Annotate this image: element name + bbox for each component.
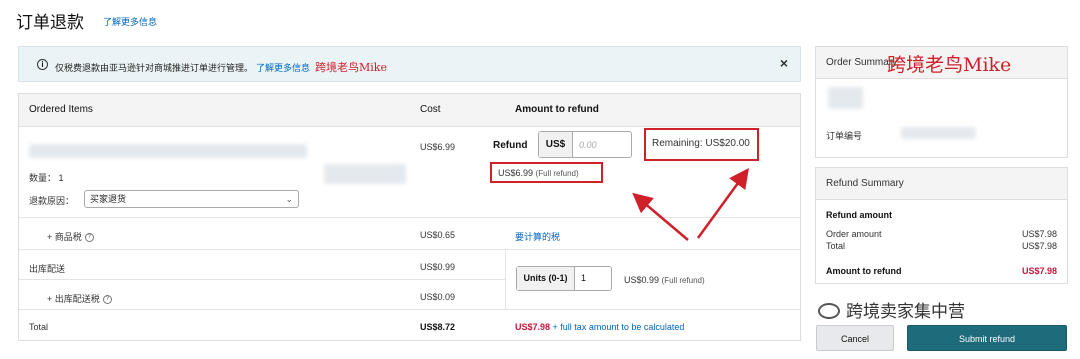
wechat-icon	[818, 303, 840, 319]
total-row: Total US$7.98	[826, 241, 1057, 251]
tax-to-calculate-link[interactable]: 要计算的税	[515, 230, 560, 243]
info-text-wrap: 仅税费退款由亚马逊针对商城推进订单进行管理。 了解更多信息 跨境老鸟Mike	[55, 59, 387, 75]
cancel-button[interactable]: Cancel	[816, 325, 894, 351]
summary-total-label: Total	[826, 241, 846, 251]
refund-placeholder: 0.00	[579, 140, 597, 150]
shipping-label: 出库配送	[29, 264, 66, 274]
chevron-down-icon: ⌄	[285, 194, 293, 204]
info-link[interactable]: 了解更多信息	[256, 63, 310, 73]
info-text: 仅税费退款由亚马逊针对商城推进订单进行管理。	[55, 63, 254, 73]
shipping-tax-cost: US$0.09	[420, 292, 456, 302]
row-divider	[19, 279, 505, 280]
shipping-tax-text: + 出库配送税	[47, 294, 100, 304]
footer-watermark: 跨境卖家集中营	[818, 297, 965, 322]
page-title: 订单退款	[16, 13, 84, 32]
amount-to-refund-label: Amount to refund	[826, 266, 902, 276]
info-banner: i 仅税费退款由亚马逊针对商城推进订单进行管理。 了解更多信息 跨境老鸟Mike ×	[18, 46, 801, 82]
refund-reason-label: 退款原因：	[29, 196, 75, 206]
amount-to-refund-row: Amount to refund US$7.98	[826, 266, 1057, 276]
units-refund-note: (Full refund)	[661, 276, 705, 285]
shipping-tax-label: + 出库配送税?	[47, 292, 112, 305]
item-cost: US$6.99	[420, 142, 456, 152]
refund-summary-title: Refund Summary	[826, 178, 904, 189]
remaining-text: Remaining: US$20.00	[652, 138, 750, 149]
total-cost: US$8.72	[420, 322, 456, 332]
blurred-product-sku	[324, 164, 406, 184]
order-amount-row: Order amount US$7.98	[826, 229, 1057, 239]
close-icon[interactable]: ×	[780, 55, 788, 71]
order-number-label: 订单编号	[826, 131, 863, 141]
learn-more-link[interactable]: 了解更多信息	[103, 15, 157, 28]
blurred-order-number	[901, 127, 976, 139]
header-ordered-items: Ordered Items	[19, 94, 415, 126]
info-icon: i	[37, 59, 48, 70]
full-refund-note: (Full refund)	[535, 169, 579, 178]
item-tax-label: + 商品税?	[47, 230, 94, 243]
submit-refund-button[interactable]: Submit refund	[907, 325, 1067, 351]
refund-reason-value: 买家退货	[90, 194, 127, 204]
total-label: Total	[29, 322, 49, 332]
units-value: 1	[581, 273, 587, 283]
row-divider	[19, 249, 800, 250]
amount-to-refund-value: US$7.98	[1021, 266, 1057, 276]
total-amount: US$7.98 + full tax amount to be calculat…	[515, 322, 684, 332]
row-divider	[19, 126, 800, 127]
header-cost: Cost	[415, 94, 509, 126]
refund-amount-input[interactable]: US$ 0.00	[538, 131, 632, 158]
currency-label: US$	[539, 132, 573, 157]
item-quantity: 数量： 1	[29, 173, 64, 183]
refund-label: Refund	[493, 140, 528, 151]
refund-reason-select[interactable]: 买家退货 ⌄	[84, 190, 299, 208]
full-refund-amount: US$6.99	[498, 168, 534, 178]
order-amount-value: US$7.98	[1021, 229, 1057, 239]
summary-total-value: US$7.98	[1021, 241, 1057, 251]
row-divider	[19, 217, 800, 218]
ordered-items-table: Ordered Items Cost Amount to refund 数量： …	[18, 93, 801, 341]
footer-watermark-text: 跨境卖家集中营	[846, 302, 965, 321]
help-icon[interactable]: ?	[102, 295, 112, 305]
help-icon[interactable]: ?	[84, 233, 94, 243]
total-amount-note: + full tax amount to be calculated	[552, 322, 685, 332]
units-refund-text: US$0.99 (Full refund)	[624, 275, 705, 285]
banner-watermark: 跨境老鸟Mike	[315, 61, 387, 74]
order-summary-watermark: 跨境老鸟Mike	[887, 54, 1012, 76]
full-refund-highlight-box: US$6.99 (Full refund)	[490, 162, 603, 183]
order-amount-label: Order amount	[826, 229, 882, 239]
refund-summary-card: Refund Summary Refund amount Order amoun…	[815, 167, 1068, 284]
refund-amount-heading: Refund amount	[826, 210, 892, 220]
item-tax-text: + 商品税	[47, 232, 82, 242]
units-stepper[interactable]: Units (0-1) 1	[516, 266, 612, 291]
total-amount-value: US$7.98	[515, 322, 551, 332]
shipping-cost: US$0.99	[420, 262, 456, 272]
item-tax-cost: US$0.65	[420, 230, 456, 240]
units-refund-amount: US$0.99	[624, 275, 660, 285]
blurred-product-thumb	[828, 87, 863, 109]
column-divider	[505, 249, 506, 309]
full-refund-text: US$6.99 (Full refund)	[498, 168, 579, 178]
header-amount-to-refund: Amount to refund	[509, 94, 800, 126]
remaining-highlight-box: Remaining: US$20.00	[644, 128, 759, 161]
blurred-product-title	[29, 144, 307, 158]
row-divider	[19, 309, 800, 310]
units-label: Units (0-1)	[517, 267, 575, 290]
